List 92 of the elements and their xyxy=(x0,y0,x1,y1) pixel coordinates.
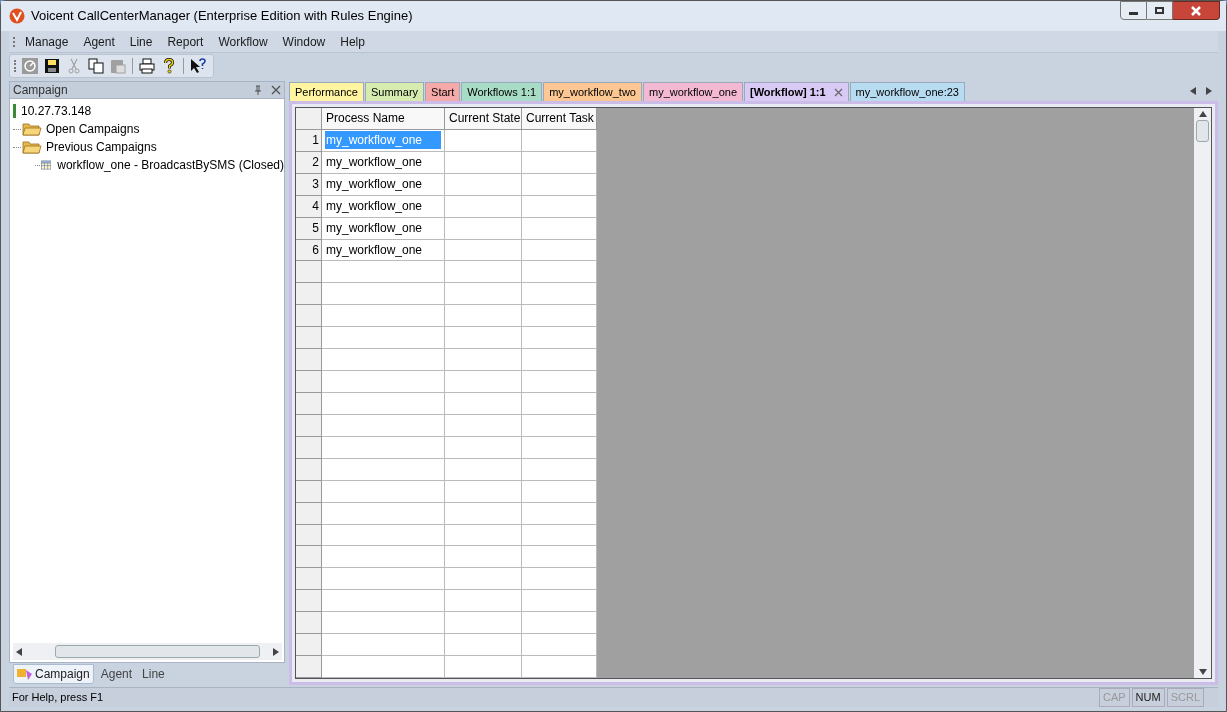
save-icon[interactable] xyxy=(44,58,60,74)
row-header[interactable] xyxy=(296,393,322,415)
row-header[interactable] xyxy=(296,436,322,459)
maximize-icon xyxy=(1155,7,1164,14)
row-header[interactable]: 1 xyxy=(296,129,322,152)
table-cell: my_workflow_one xyxy=(322,173,445,196)
gauge-icon[interactable] xyxy=(22,58,38,74)
row-header[interactable]: 2 xyxy=(296,151,322,174)
row-header[interactable] xyxy=(296,634,322,657)
scroll-thumb[interactable] xyxy=(1196,120,1209,142)
table-cell: my_workflow_one xyxy=(322,217,445,240)
row-header[interactable] xyxy=(296,502,322,525)
row-header[interactable]: 6 xyxy=(296,239,322,262)
document-tab[interactable]: my_workflow_two xyxy=(543,82,642,101)
window-title: Voicent CallCenterManager (Enterprise Edition with Rules Engine) xyxy=(31,7,413,26)
tree-item[interactable]: 10.27.73.148 xyxy=(21,102,92,120)
row-header[interactable] xyxy=(296,305,322,328)
table-cell: my_workflow_one xyxy=(322,151,445,174)
status-text: For Help, press F1 xyxy=(12,690,104,706)
document-tab[interactable]: [Workflow] 1:1 xyxy=(744,82,849,101)
menu-item[interactable]: Window xyxy=(282,32,326,51)
pin-icon[interactable] xyxy=(253,85,263,95)
menu-item[interactable]: Workflow xyxy=(218,32,268,51)
campaign-icon xyxy=(17,667,33,681)
panel-tab[interactable]: Line xyxy=(139,664,168,684)
close-button[interactable] xyxy=(1173,1,1220,20)
row-header[interactable] xyxy=(296,480,322,503)
tree-item[interactable]: Open Campaigns xyxy=(46,120,140,138)
help-icon[interactable] xyxy=(161,58,177,74)
column-header[interactable]: Process Name xyxy=(322,108,445,130)
document-tab[interactable]: Workflows 1:1 xyxy=(461,82,543,101)
menu-item[interactable]: Report xyxy=(167,32,204,51)
menu-item[interactable]: Help xyxy=(340,32,365,51)
row-header[interactable] xyxy=(296,414,322,437)
row-header[interactable]: 5 xyxy=(296,217,322,240)
panel-title: Campaign xyxy=(13,82,68,99)
document-tab[interactable]: Summary xyxy=(365,82,425,101)
scroll-up-icon[interactable] xyxy=(1198,111,1207,117)
column-header[interactable]: Current State xyxy=(445,108,522,130)
folder-icon xyxy=(22,122,42,136)
close-icon xyxy=(833,87,843,97)
row-header[interactable] xyxy=(296,590,322,613)
pointer-help-icon[interactable] xyxy=(190,58,206,74)
row-header[interactable] xyxy=(296,524,322,547)
row-header[interactable] xyxy=(296,327,322,350)
row-header[interactable] xyxy=(296,371,322,393)
minimize-button[interactable] xyxy=(1120,1,1147,20)
document-tab[interactable]: my_workflow_one:23 xyxy=(849,82,965,101)
scroll-right-icon[interactable] xyxy=(1206,87,1212,95)
scroll-left-icon[interactable] xyxy=(16,647,22,656)
tree-item[interactable]: Previous Campaigns xyxy=(46,138,157,156)
maximize-button[interactable] xyxy=(1147,1,1173,20)
row-header[interactable]: 3 xyxy=(296,173,322,196)
printer-icon[interactable] xyxy=(139,58,155,74)
scroll-right-icon[interactable] xyxy=(273,647,279,656)
document-tab[interactable]: my_workflow_one xyxy=(642,82,743,101)
table-icon xyxy=(41,158,52,172)
tree-item[interactable]: workflow_one - BroadcastBySMS (Closed) xyxy=(57,156,284,174)
folder-icon xyxy=(22,140,42,154)
row-header[interactable] xyxy=(296,458,322,481)
scroll-down-icon[interactable] xyxy=(1198,669,1207,675)
key-indicator: NUM xyxy=(1131,688,1165,707)
row-header[interactable]: 4 xyxy=(296,195,322,218)
key-indicator: SCRL xyxy=(1166,688,1204,707)
panel-tab[interactable]: Campaign xyxy=(13,664,94,684)
table-cell: my_workflow_one xyxy=(322,239,445,262)
document-tab[interactable]: Start xyxy=(425,82,461,101)
vertical-scrollbar[interactable] xyxy=(1194,108,1211,678)
document-tab[interactable]: Performance xyxy=(289,82,364,101)
scroll-left-icon[interactable] xyxy=(1190,87,1196,95)
panel-tab[interactable]: Agent xyxy=(97,664,136,684)
copy-icon[interactable] xyxy=(88,58,104,74)
app-logo-icon xyxy=(9,8,25,24)
row-header[interactable] xyxy=(296,283,322,306)
row-header[interactable] xyxy=(296,612,322,635)
minimize-icon xyxy=(1129,11,1138,15)
menu-item[interactable]: Manage xyxy=(25,32,69,51)
key-indicator: CAP xyxy=(1098,688,1130,707)
table-cell: my_workflow_one xyxy=(322,195,445,218)
row-header[interactable] xyxy=(296,546,322,569)
scroll-thumb[interactable] xyxy=(55,645,260,658)
row-header[interactable] xyxy=(296,568,322,591)
menu-item[interactable]: Agent xyxy=(83,32,115,51)
close-icon[interactable] xyxy=(271,85,281,95)
close-icon xyxy=(1190,5,1202,16)
menu-item[interactable]: Line xyxy=(129,32,153,51)
row-header[interactable] xyxy=(296,656,322,678)
row-header[interactable] xyxy=(296,349,322,372)
horizontal-scrollbar[interactable] xyxy=(13,643,282,660)
table-cell: my_workflow_one xyxy=(322,129,445,152)
row-header[interactable] xyxy=(296,261,322,284)
column-header[interactable]: Current Task xyxy=(522,108,597,130)
